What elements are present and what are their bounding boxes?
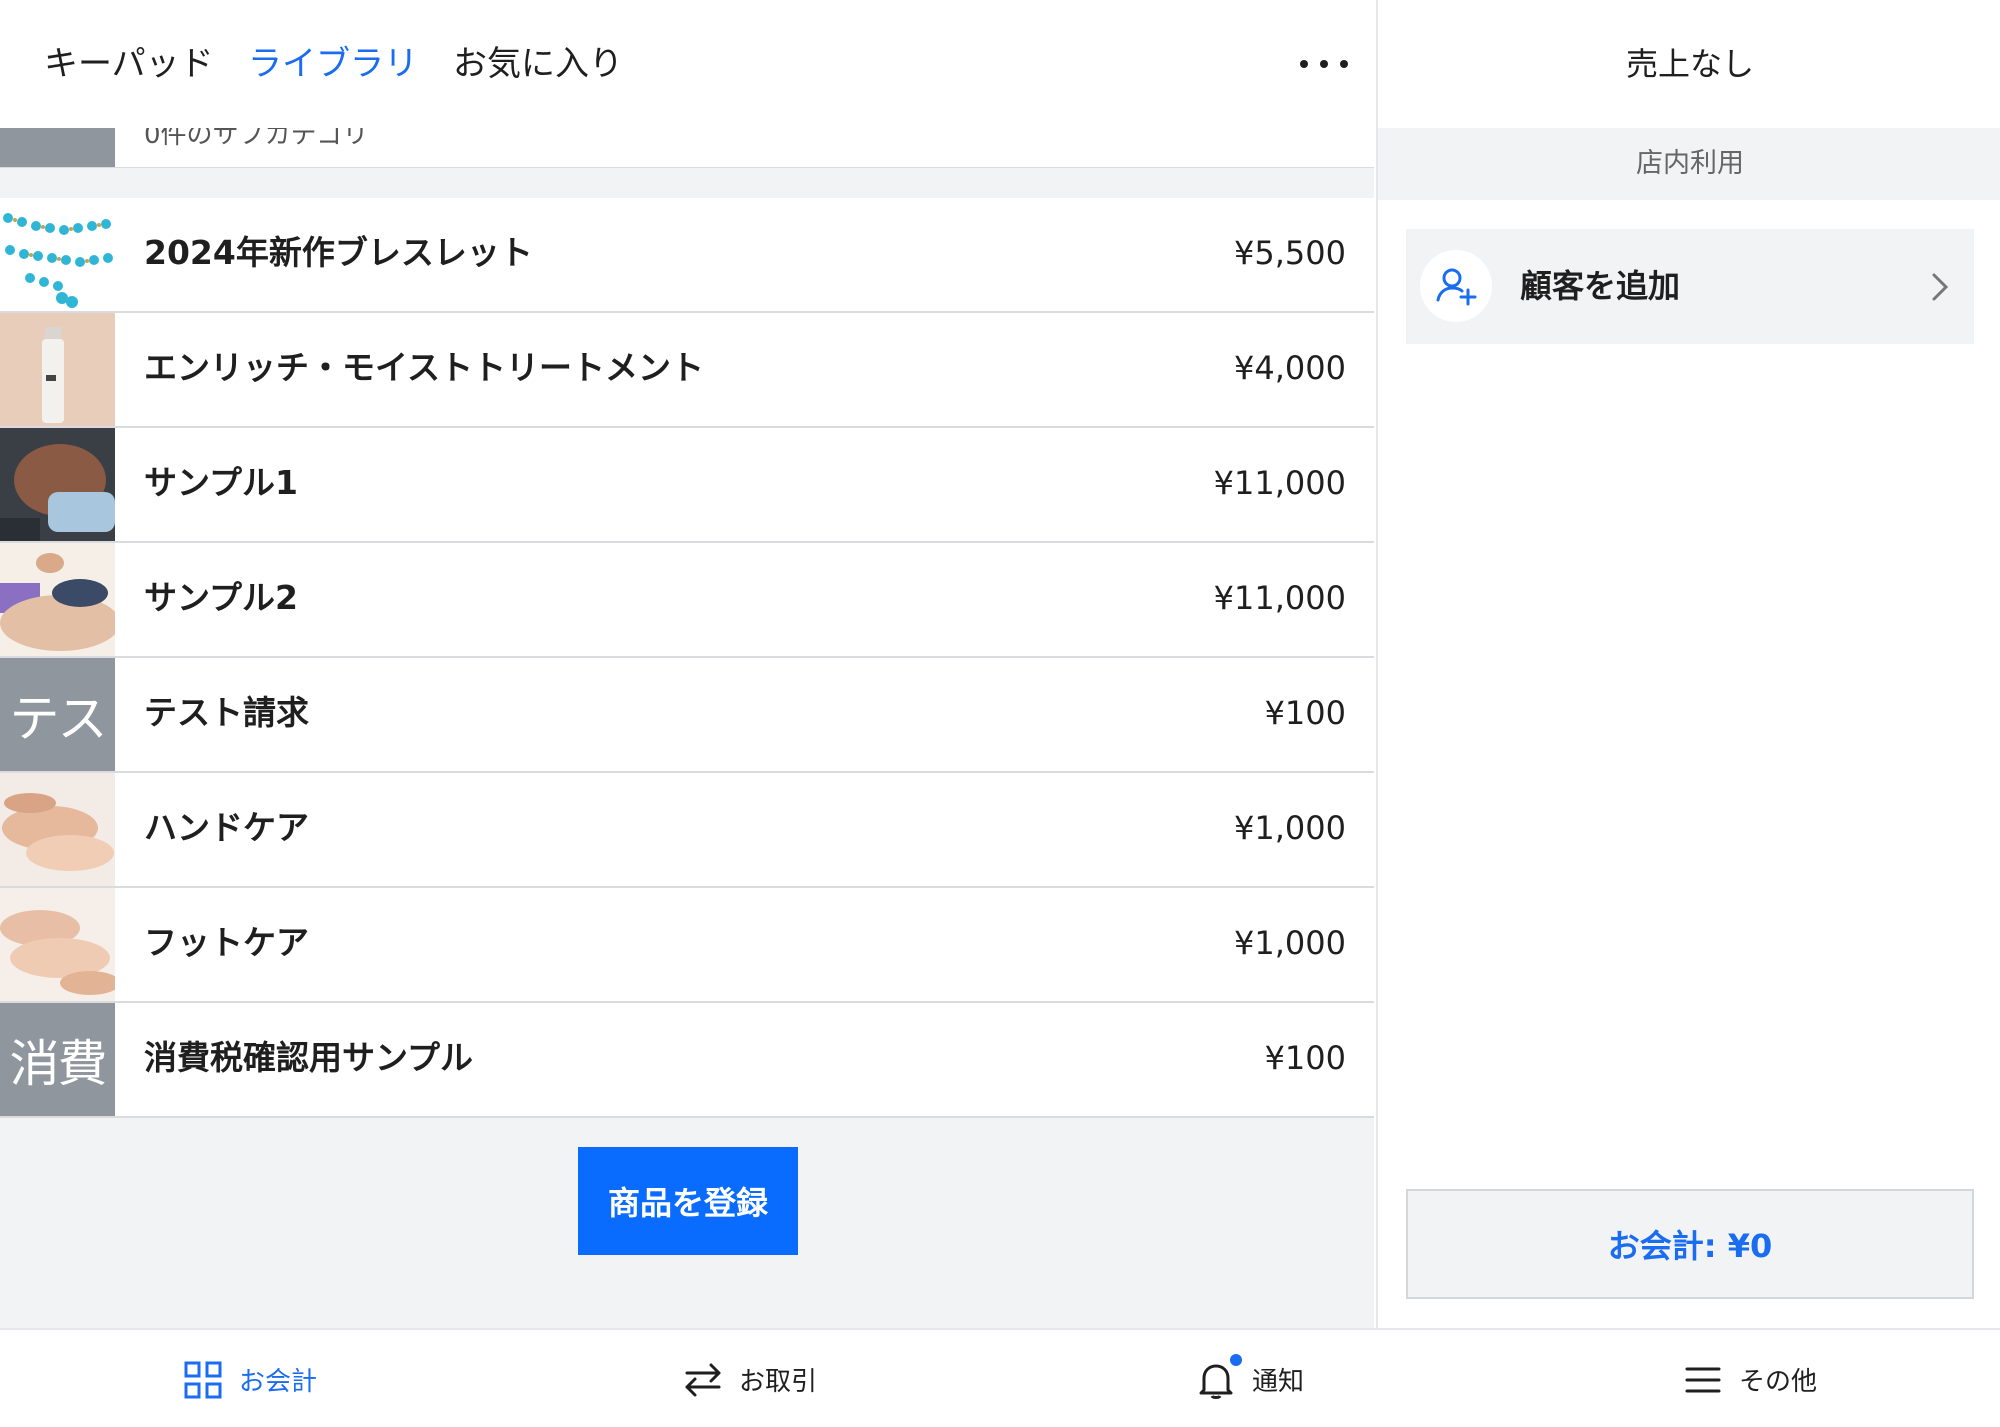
text-thumbnail: 消費: [0, 1003, 115, 1116]
item-price: ¥11,000: [1213, 464, 1346, 502]
item-name: サンプル2: [144, 578, 298, 617]
nav-label: お取引: [738, 1367, 817, 1397]
item-price: ¥1,000: [1234, 924, 1346, 962]
library-panel: キーパッド ライブラリ お気に入り 0件のサブカテゴリ 2024年新作ブレスレッ…: [0, 0, 1374, 1328]
add-customer-label: 顧客を追加: [1520, 267, 1681, 305]
item-name: 2024年新作ブレスレット: [144, 233, 533, 272]
item-name: ハンドケア: [144, 808, 309, 847]
bracelet-thumbnail: [0, 198, 115, 311]
sale-title: 売上なし: [1625, 45, 1754, 83]
grid-icon: [183, 1360, 223, 1400]
item-name: 消費税確認用サンプル: [144, 1038, 474, 1077]
pos-app: キーパッド ライブラリ お気に入り 0件のサブカテゴリ 2024年新作ブレスレッ…: [0, 0, 2000, 1427]
tab-library[interactable]: ライブラリ: [248, 40, 418, 88]
menu-icon: [1683, 1360, 1723, 1400]
nav-transactions[interactable]: お取引: [500, 1330, 1000, 1427]
bottom-navigation: お会計 お取引 通知 その他: [0, 1328, 2000, 1427]
more-options-icon[interactable]: [1300, 44, 1348, 84]
bell-icon: [1196, 1351, 1244, 1400]
tab-keypad[interactable]: キーパッド: [44, 40, 214, 88]
facial-thumbnail: [0, 428, 115, 541]
add-person-icon: [1420, 250, 1492, 322]
text-thumbnail: テス: [0, 658, 115, 771]
library-header: キーパッド ライブラリ お気に入り: [0, 0, 1374, 128]
nav-label: 通知: [1251, 1367, 1304, 1397]
nav-label: お会計: [238, 1367, 317, 1397]
nav-label: その他: [1738, 1367, 1817, 1397]
item-price: ¥5,500: [1234, 234, 1346, 272]
item-name: エンリッチ・モイストトリートメント: [144, 348, 705, 387]
list-item[interactable]: ハンドケア ¥1,000: [0, 773, 1374, 888]
add-customer-button[interactable]: 顧客を追加: [1406, 229, 1974, 344]
nav-more[interactable]: その他: [1500, 1330, 2000, 1427]
item-price: ¥4,000: [1234, 349, 1346, 387]
dine-option-selector[interactable]: 店内利用: [1378, 128, 2000, 200]
item-name: フットケア: [144, 923, 309, 962]
treatment-bottle-thumbnail: [0, 313, 115, 426]
item-name: サンプル1: [144, 463, 298, 502]
foot-care-thumbnail: [0, 888, 115, 1001]
nav-notifications[interactable]: 通知: [1000, 1330, 1500, 1427]
list-item[interactable]: 2024年新作ブレスレット ¥5,500: [0, 198, 1374, 313]
list-item[interactable]: 消費 消費税確認用サンプル ¥100: [0, 1003, 1374, 1118]
list-item[interactable]: サンプル2 ¥11,000: [0, 543, 1374, 658]
massage-thumbnail: [0, 543, 115, 656]
item-price: ¥11,000: [1213, 579, 1346, 617]
notification-badge: [1227, 1351, 1244, 1368]
list-item[interactable]: エンリッチ・モイストトリートメント ¥4,000: [0, 313, 1374, 428]
transfer-icon: [683, 1360, 723, 1400]
sale-panel: 売上なし 店内利用 顧客を追加 お会計: ¥0: [1376, 0, 2000, 1328]
item-price: ¥100: [1264, 694, 1346, 732]
checkout-button[interactable]: お会計: ¥0: [1406, 1189, 1974, 1299]
item-list: 2024年新作ブレスレット ¥5,500 エンリッチ・モイストトリートメント ¥…: [0, 198, 1374, 1118]
hand-care-thumbnail: [0, 773, 115, 886]
list-item[interactable]: フットケア ¥1,000: [0, 888, 1374, 1003]
item-price: ¥1,000: [1234, 809, 1346, 847]
list-item[interactable]: サンプル1 ¥11,000: [0, 428, 1374, 543]
chevron-right-icon: [1928, 269, 1952, 305]
nav-checkout[interactable]: お会計: [0, 1330, 500, 1427]
item-price: ¥100: [1264, 1039, 1346, 1077]
tab-favorites[interactable]: お気に入り: [453, 40, 623, 88]
register-item-button[interactable]: 商品を登録: [578, 1147, 798, 1255]
item-name: テスト請求: [144, 693, 309, 732]
list-item[interactable]: テス テスト請求 ¥100: [0, 658, 1374, 773]
